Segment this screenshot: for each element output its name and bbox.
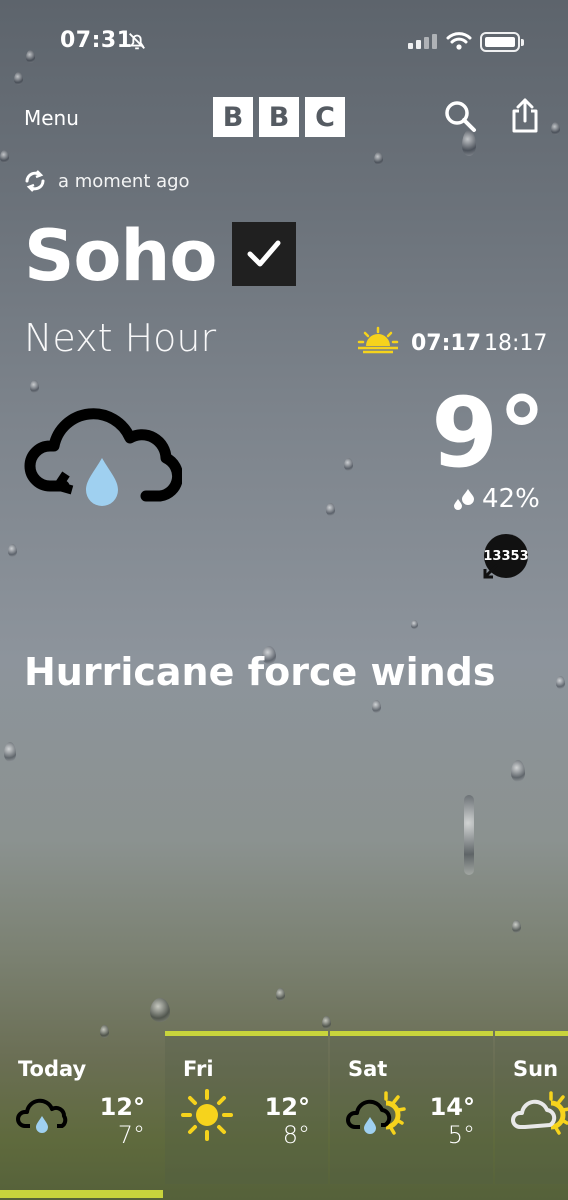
next-hour-title: Next Hour (24, 316, 217, 360)
day-accent-bar (330, 1031, 493, 1036)
weather-description: Hurricane force winds (24, 650, 496, 694)
refresh-icon[interactable] (22, 168, 48, 194)
last-updated-text: a moment ago (58, 171, 190, 192)
forecast-day-sat[interactable]: Sat 14° 5° (330, 1031, 493, 1184)
humidity-value: 42% (482, 484, 540, 514)
sun-icon (181, 1089, 233, 1141)
day-accent-bar (165, 1031, 328, 1036)
cellular-signal-icon (408, 34, 437, 49)
bbc-logo-letter: C (305, 97, 345, 137)
forecast-day-label: Sun (513, 1057, 559, 1081)
day-accent-bar (495, 1031, 568, 1036)
forecast-high: 12° (99, 1093, 145, 1121)
wifi-icon (446, 32, 472, 50)
humidity-display: 42% (452, 484, 540, 514)
menu-button[interactable]: Menu (24, 106, 79, 130)
sun-cloud-rain-icon (346, 1091, 406, 1135)
location-saved-checkbox[interactable] (232, 222, 296, 286)
current-temperature: 9° (431, 377, 546, 489)
daily-forecast-strip: Today 12° 7° Fri 12° 8° Sat 14° 5° Sun (0, 1031, 568, 1200)
forecast-high: 14° (429, 1093, 475, 1121)
forecast-low: 5° (447, 1121, 475, 1149)
share-icon[interactable] (508, 97, 542, 135)
bbc-logo-letter: B (259, 97, 299, 137)
sunset-time: 18:17 (484, 331, 548, 356)
forecast-low: 8° (282, 1121, 310, 1149)
checkmark-icon (247, 240, 281, 267)
forecast-day-label: Sat (348, 1057, 388, 1081)
selected-day-indicator (0, 1190, 163, 1198)
sun-cloud-icon (511, 1091, 568, 1135)
bbc-logo: B B C (213, 97, 345, 137)
forecast-high: 12° (264, 1093, 310, 1121)
cloud-rain-icon (24, 408, 182, 506)
status-time: 07:31 (60, 28, 133, 53)
forecast-day-label: Fri (183, 1057, 214, 1081)
sunrise-icon (357, 326, 399, 354)
bbc-logo-letter: B (213, 97, 253, 137)
wind-direction-arrow-icon (483, 563, 499, 579)
battery-icon (480, 32, 524, 52)
sunrise-time: 07:17 (411, 331, 482, 356)
forecast-day-sun[interactable]: Sun (495, 1031, 568, 1184)
bell-muted-icon (129, 33, 145, 50)
search-icon[interactable] (443, 99, 477, 133)
forecast-day-label: Today (18, 1057, 87, 1081)
forecast-day-fri[interactable]: Fri 12° 8° (165, 1031, 328, 1184)
forecast-day-today[interactable]: Today 12° 7° (0, 1031, 163, 1198)
humidity-drops-icon (454, 489, 474, 510)
cloud-rain-icon (16, 1098, 68, 1133)
forecast-low: 7° (117, 1121, 145, 1149)
location-title: Soho (24, 215, 217, 297)
